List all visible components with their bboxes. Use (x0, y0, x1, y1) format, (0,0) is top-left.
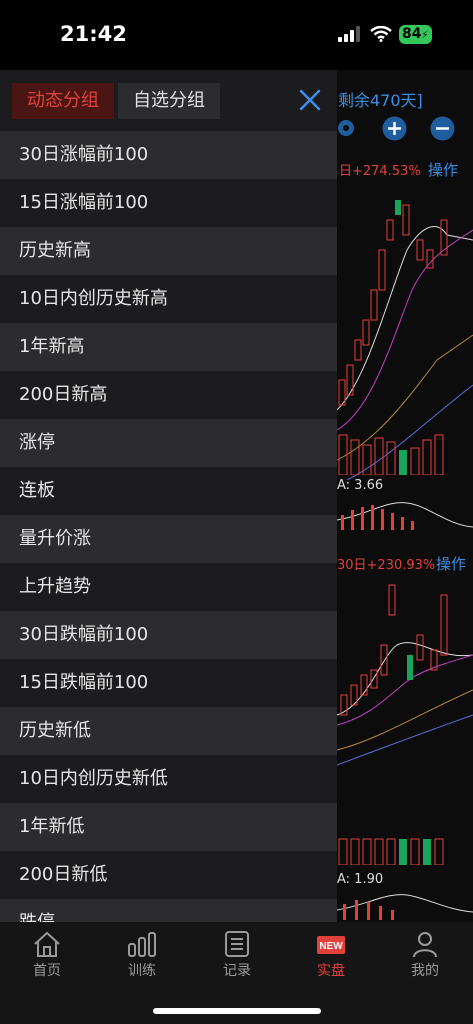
list-item[interactable]: 跌停 (0, 899, 337, 922)
zoom-in-icon[interactable] (382, 116, 407, 141)
zoom-out-icon[interactable] (430, 116, 455, 141)
person-icon (413, 932, 437, 958)
list-item[interactable]: 200日新高 (0, 371, 337, 419)
list-item[interactable]: 10日内创历史新高 (0, 275, 337, 323)
battery-level: 84 (402, 26, 422, 42)
wifi-icon (370, 26, 392, 42)
home-icon (34, 931, 60, 957)
group-menu-drawer: 动态分组 自选分组 30日涨幅前100 15日涨幅前100 历史新高 10日内创… (0, 70, 337, 922)
tabbar-label-home: 首页 (33, 963, 61, 979)
settings-gear-icon[interactable] (334, 116, 358, 140)
menu-header: 动态分组 自选分组 (0, 70, 337, 131)
new-badge-text: NEW (319, 941, 343, 952)
tabbar-label-live: 实盘 (317, 963, 345, 979)
macd-chart-2 (337, 894, 473, 920)
list-item[interactable]: 15日跌幅前100 (0, 659, 337, 707)
tab-custom-groups[interactable]: 自选分组 (118, 83, 220, 119)
tabbar-item-training[interactable]: 训练 (102, 930, 182, 980)
list-item[interactable]: 15日涨幅前100 (0, 179, 337, 227)
panel1-macd: A: 3.66 (337, 478, 384, 493)
close-icon[interactable] (298, 88, 322, 112)
list-item[interactable]: 200日新低 (0, 851, 337, 899)
group-list: 30日涨幅前100 15日涨幅前100 历史新高 10日内创历史新高 1年新高 … (0, 131, 337, 922)
tabbar-item-profile[interactable]: 我的 (385, 930, 465, 980)
tabbar-label-records: 记录 (223, 963, 251, 979)
battery-indicator: 84⚡ (399, 25, 432, 44)
panel2-macd: A: 1.90 (337, 872, 384, 887)
tabbar-label-training: 训练 (128, 963, 156, 979)
list-item[interactable]: 连板 (0, 467, 337, 515)
panel2-gain: 30日+230.93% (337, 558, 436, 573)
home-indicator[interactable] (153, 1008, 321, 1014)
volume-chart-1 (338, 434, 444, 475)
tab-dynamic-groups[interactable]: 动态分组 (12, 83, 114, 119)
charging-bolt-icon: ⚡ (421, 30, 429, 41)
status-time: 21:42 (60, 22, 127, 46)
macd-chart-1 (337, 502, 473, 530)
panel2-action-link[interactable]: 操作 (436, 553, 466, 574)
list-item[interactable]: 10日内创历史新低 (0, 755, 337, 803)
list-item[interactable]: 1年新低 (0, 803, 337, 851)
panel1-gain: 日+274.53% (339, 164, 421, 179)
list-item[interactable]: 历史新低 (0, 707, 337, 755)
tabbar-item-records[interactable]: 记录 (197, 930, 277, 980)
list-item[interactable]: 上升趋势 (0, 563, 337, 611)
panel1-action-link[interactable]: 操作 (428, 159, 458, 180)
remaining-days-text: 剩余470天] (338, 91, 423, 110)
candlestick-chart-2 (337, 584, 473, 766)
list-item[interactable]: 30日涨幅前100 (0, 131, 337, 179)
list-item[interactable]: 涨停 (0, 419, 337, 467)
cellular-signal-icon (338, 26, 360, 42)
tabbar-item-live[interactable]: NEW 实盘 (291, 930, 371, 980)
tabbar-label-profile: 我的 (411, 963, 439, 979)
list-item[interactable]: 30日跌幅前100 (0, 611, 337, 659)
new-badge-icon: NEW (317, 936, 345, 954)
list-item[interactable]: 1年新高 (0, 323, 337, 371)
status-bar: 21:42 84⚡ (0, 0, 473, 70)
list-icon (225, 931, 249, 957)
tabbar-item-home[interactable]: 首页 (7, 930, 87, 980)
list-item[interactable]: 历史新高 (0, 227, 337, 275)
list-item[interactable]: 量升价涨 (0, 515, 337, 563)
volume-chart-2 (338, 838, 444, 865)
bar-chart-icon (128, 932, 156, 957)
